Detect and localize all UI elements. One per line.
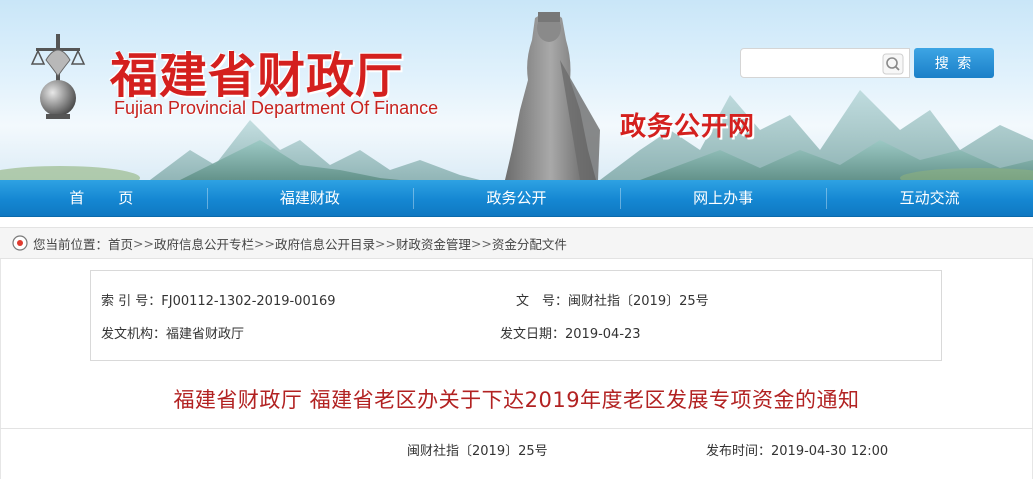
meta-index: 索 引 号：FJ00112-1302-2019-00169 <box>101 290 336 309</box>
meta-docno-label: 文 号： <box>516 294 569 309</box>
meta-issuer-label: 发文机构： <box>101 327 167 342</box>
site-title: 福建省财政厅 <box>110 48 405 104</box>
meta-issue-date-label: 发文日期： <box>500 327 566 342</box>
breadcrumb-separator: >> <box>254 235 275 251</box>
breadcrumb-prefix: 您当前位置： <box>33 236 109 252</box>
document-metadata-box: 索 引 号：FJ00112-1302-2019-00169 文 号：闽财社指〔2… <box>90 270 942 361</box>
title-divider <box>0 428 1033 429</box>
search-icon[interactable] <box>882 53 904 75</box>
breadcrumb-home[interactable]: 首页 <box>108 234 133 253</box>
nav-item-home[interactable]: 首页 <box>0 180 207 217</box>
search-button[interactable]: 搜 索 <box>914 48 994 78</box>
breadcrumb-separator: >> <box>374 235 396 251</box>
document-title: 福建省财政厅 福建省老区办关于下达2019年度老区发展专项资金的通知 <box>173 388 860 412</box>
nav-item-online-services[interactable]: 网上办事 <box>619 180 827 217</box>
meta-index-label: 索 引 号： <box>101 294 162 309</box>
finance-emblem-icon <box>30 34 86 119</box>
statue-figure <box>505 12 600 180</box>
meta-docno-value: 闽财社指〔2019〕25号 <box>568 294 709 309</box>
meta-docno: 文 号：闽财社指〔2019〕25号 <box>516 290 709 309</box>
meta-issuer: 发文机构：福建省财政厅 <box>101 323 244 342</box>
document-number: 闽财社指〔2019〕25号 <box>407 444 548 459</box>
meta-issue-date: 发文日期：2019-04-23 <box>500 323 641 342</box>
meta-issuer-value: 福建省财政厅 <box>166 327 245 342</box>
meta-issue-date-value: 2019-04-23 <box>565 327 641 342</box>
main-nav: 首页 福建财政 政务公开 网上办事 互动交流 <box>0 180 1033 217</box>
subsite-title: 政务公开网 <box>620 112 756 142</box>
publish-time-label: 发布时间： <box>706 444 772 459</box>
nav-item-fujian-finance[interactable]: 福建财政 <box>206 180 414 217</box>
breadcrumb: 您当前位置： 首页 >> 政府信息公开专栏 >> 政府信息公开目录 >> 财政资… <box>0 227 1033 259</box>
breadcrumb-gov-info-catalog[interactable]: 政府信息公开目录 <box>275 234 375 253</box>
publish-time: 发布时间：2019-04-30 12:00 <box>706 440 888 459</box>
breadcrumb-gov-info-column[interactable]: 政府信息公开专栏 <box>154 234 254 253</box>
meta-index-value: FJ00112-1302-2019-00169 <box>161 294 336 309</box>
nav-item-interaction[interactable]: 互动交流 <box>826 180 1033 217</box>
nav-item-government-affairs[interactable]: 政务公开 <box>413 180 620 217</box>
breadcrumb-separator: >> <box>470 235 492 251</box>
publish-time-value: 2019-04-30 12:00 <box>771 444 889 459</box>
breadcrumb-separator: >> <box>133 235 154 251</box>
location-icon <box>12 235 28 251</box>
header-banner: 福建省财政厅 Fujian Provincial Department Of F… <box>0 0 1033 180</box>
breadcrumb-fund-allocation[interactable]: 资金分配文件 <box>492 234 567 253</box>
breadcrumb-fund-management[interactable]: 财政资金管理 <box>396 234 471 253</box>
site-title-english: Fujian Provincial Department Of Finance <box>114 98 439 118</box>
